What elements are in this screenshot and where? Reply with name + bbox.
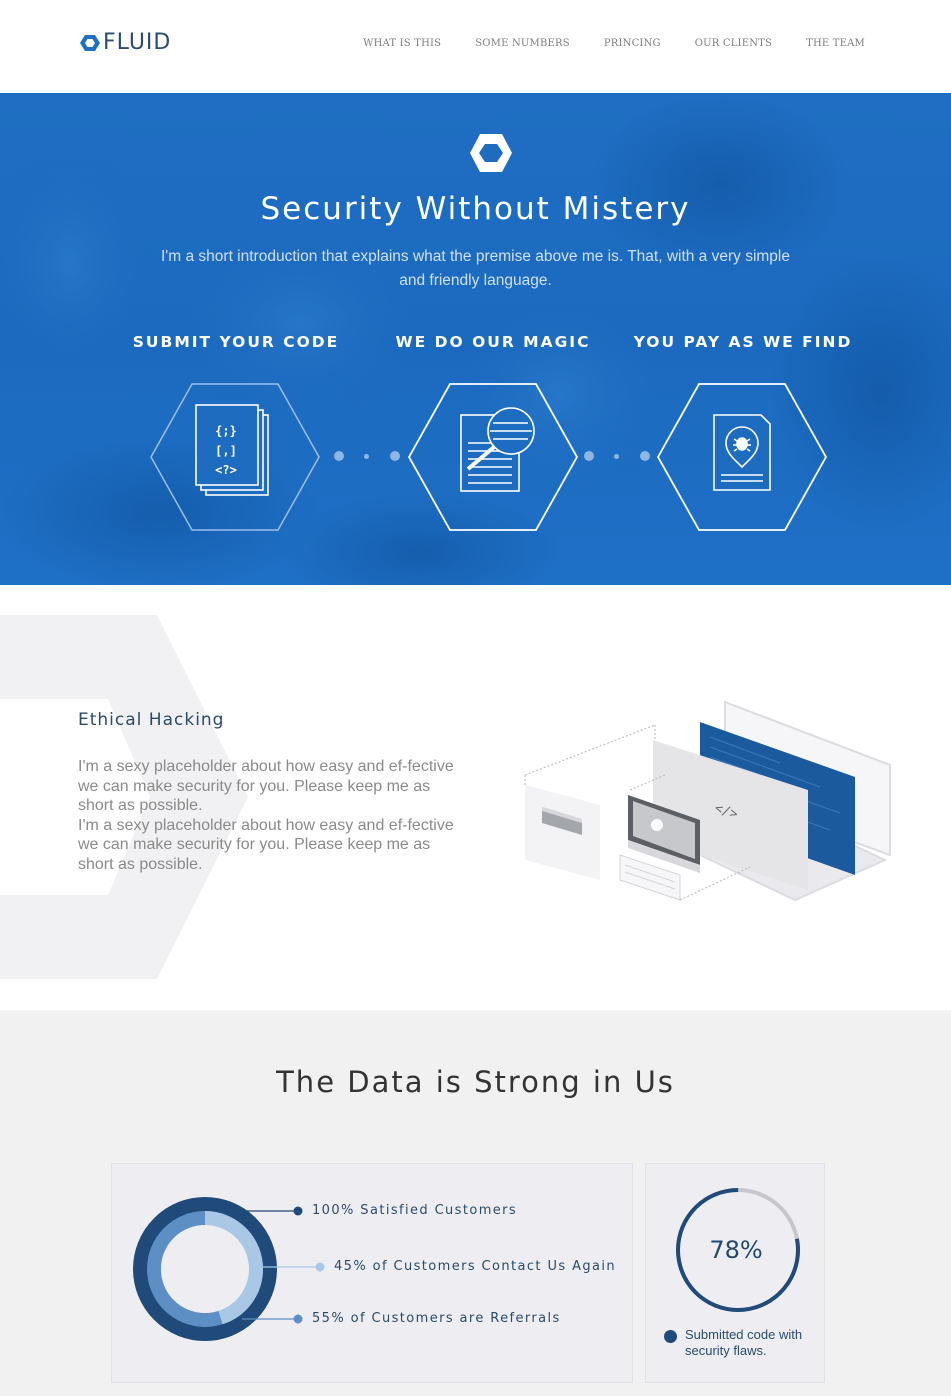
code-line-3: <?> [215,463,237,477]
paragraph: I'm a sexy placeholder about how easy an… [78,758,454,814]
donut-chart-card: 100% Satisfied Customers 45% of Customer… [111,1163,633,1383]
percent-legend: Submitted code with security flaws. [664,1327,825,1359]
connector-dot [640,451,650,461]
data-section: The Data is Strong in Us 100% Satisfied … [0,1010,951,1396]
connector-dot [334,451,344,461]
legend-bullet-icon [664,1330,677,1343]
leader-dot-referrals [293,1314,303,1324]
header: FLUID WHAT IS THIS SOME NUMBERS PRINCING… [0,0,951,93]
nav-item-pricing[interactable]: PRINCING [604,38,661,49]
connector-dot [614,454,619,459]
hexagon-logo-icon [80,34,100,51]
section-body: I'm a sexy placeholder about how easy an… [78,757,458,874]
document-magnifier-icon [460,407,535,492]
step-do-magic [408,383,578,531]
step-label-pay: YOU PAY AS WE FIND [633,333,853,351]
step-label-magic: WE DO OUR MAGIC [395,333,591,351]
paragraph: I'm a sexy placeholder about how easy an… [78,816,454,873]
main-nav: WHAT IS THIS SOME NUMBERS PRINCING OUR C… [363,38,865,49]
legend-label-referrals: 55% of Customers are Referrals [312,1311,561,1326]
percent-card: 78% Submitted code with security flaws. [645,1163,825,1383]
step-submit-code: {;} [,] <?> [150,383,320,531]
connector-dot [584,451,594,461]
nav-item-some-numbers[interactable]: SOME NUMBERS [475,38,570,49]
step-label-submit: SUBMIT YOUR CODE [132,333,340,351]
hexagon-emblem-icon [470,134,512,172]
legend-label-satisfied: 100% Satisfied Customers [312,1203,518,1218]
nav-item-our-clients[interactable]: OUR CLIENTS [695,38,772,49]
section-title: Ethical Hacking [78,710,225,730]
connector-dot [364,454,369,459]
hero-title: Security Without Mistery [260,191,691,227]
percent-caption: Submitted code with security flaws. [685,1327,803,1358]
step-pay-as-we-find [657,383,827,531]
leader-dot-satisfied [293,1206,303,1216]
ethical-hacking-section: Ethical Hacking I'm a sexy placeholder a… [0,585,951,1010]
donut-center [161,1225,249,1313]
bug-document-icon [713,414,771,491]
code-line-1: {;} [215,424,237,438]
hero-section: Security Without Mistery I'm a short int… [0,93,951,585]
concentric-donut-chart [133,1197,325,1341]
hero-intro: I'm a short introduction that explains w… [161,248,790,289]
isometric-devices-illustration: </> [524,700,891,902]
brand-logo[interactable]: FLUID [80,30,171,55]
percent-value: 78% [709,1236,763,1264]
leader-dot-contact-again [315,1262,325,1272]
legend-label-contact-again: 45% of Customers Contact Us Again [334,1259,617,1274]
section-title: The Data is Strong in Us [276,1065,675,1099]
nav-item-the-team[interactable]: THE TEAM [806,38,865,49]
connector-dot [390,451,400,461]
brand-name: FLUID [103,30,172,55]
nav-item-what-is-this[interactable]: WHAT IS THIS [363,38,441,49]
code-line-2: [,] [215,444,237,458]
